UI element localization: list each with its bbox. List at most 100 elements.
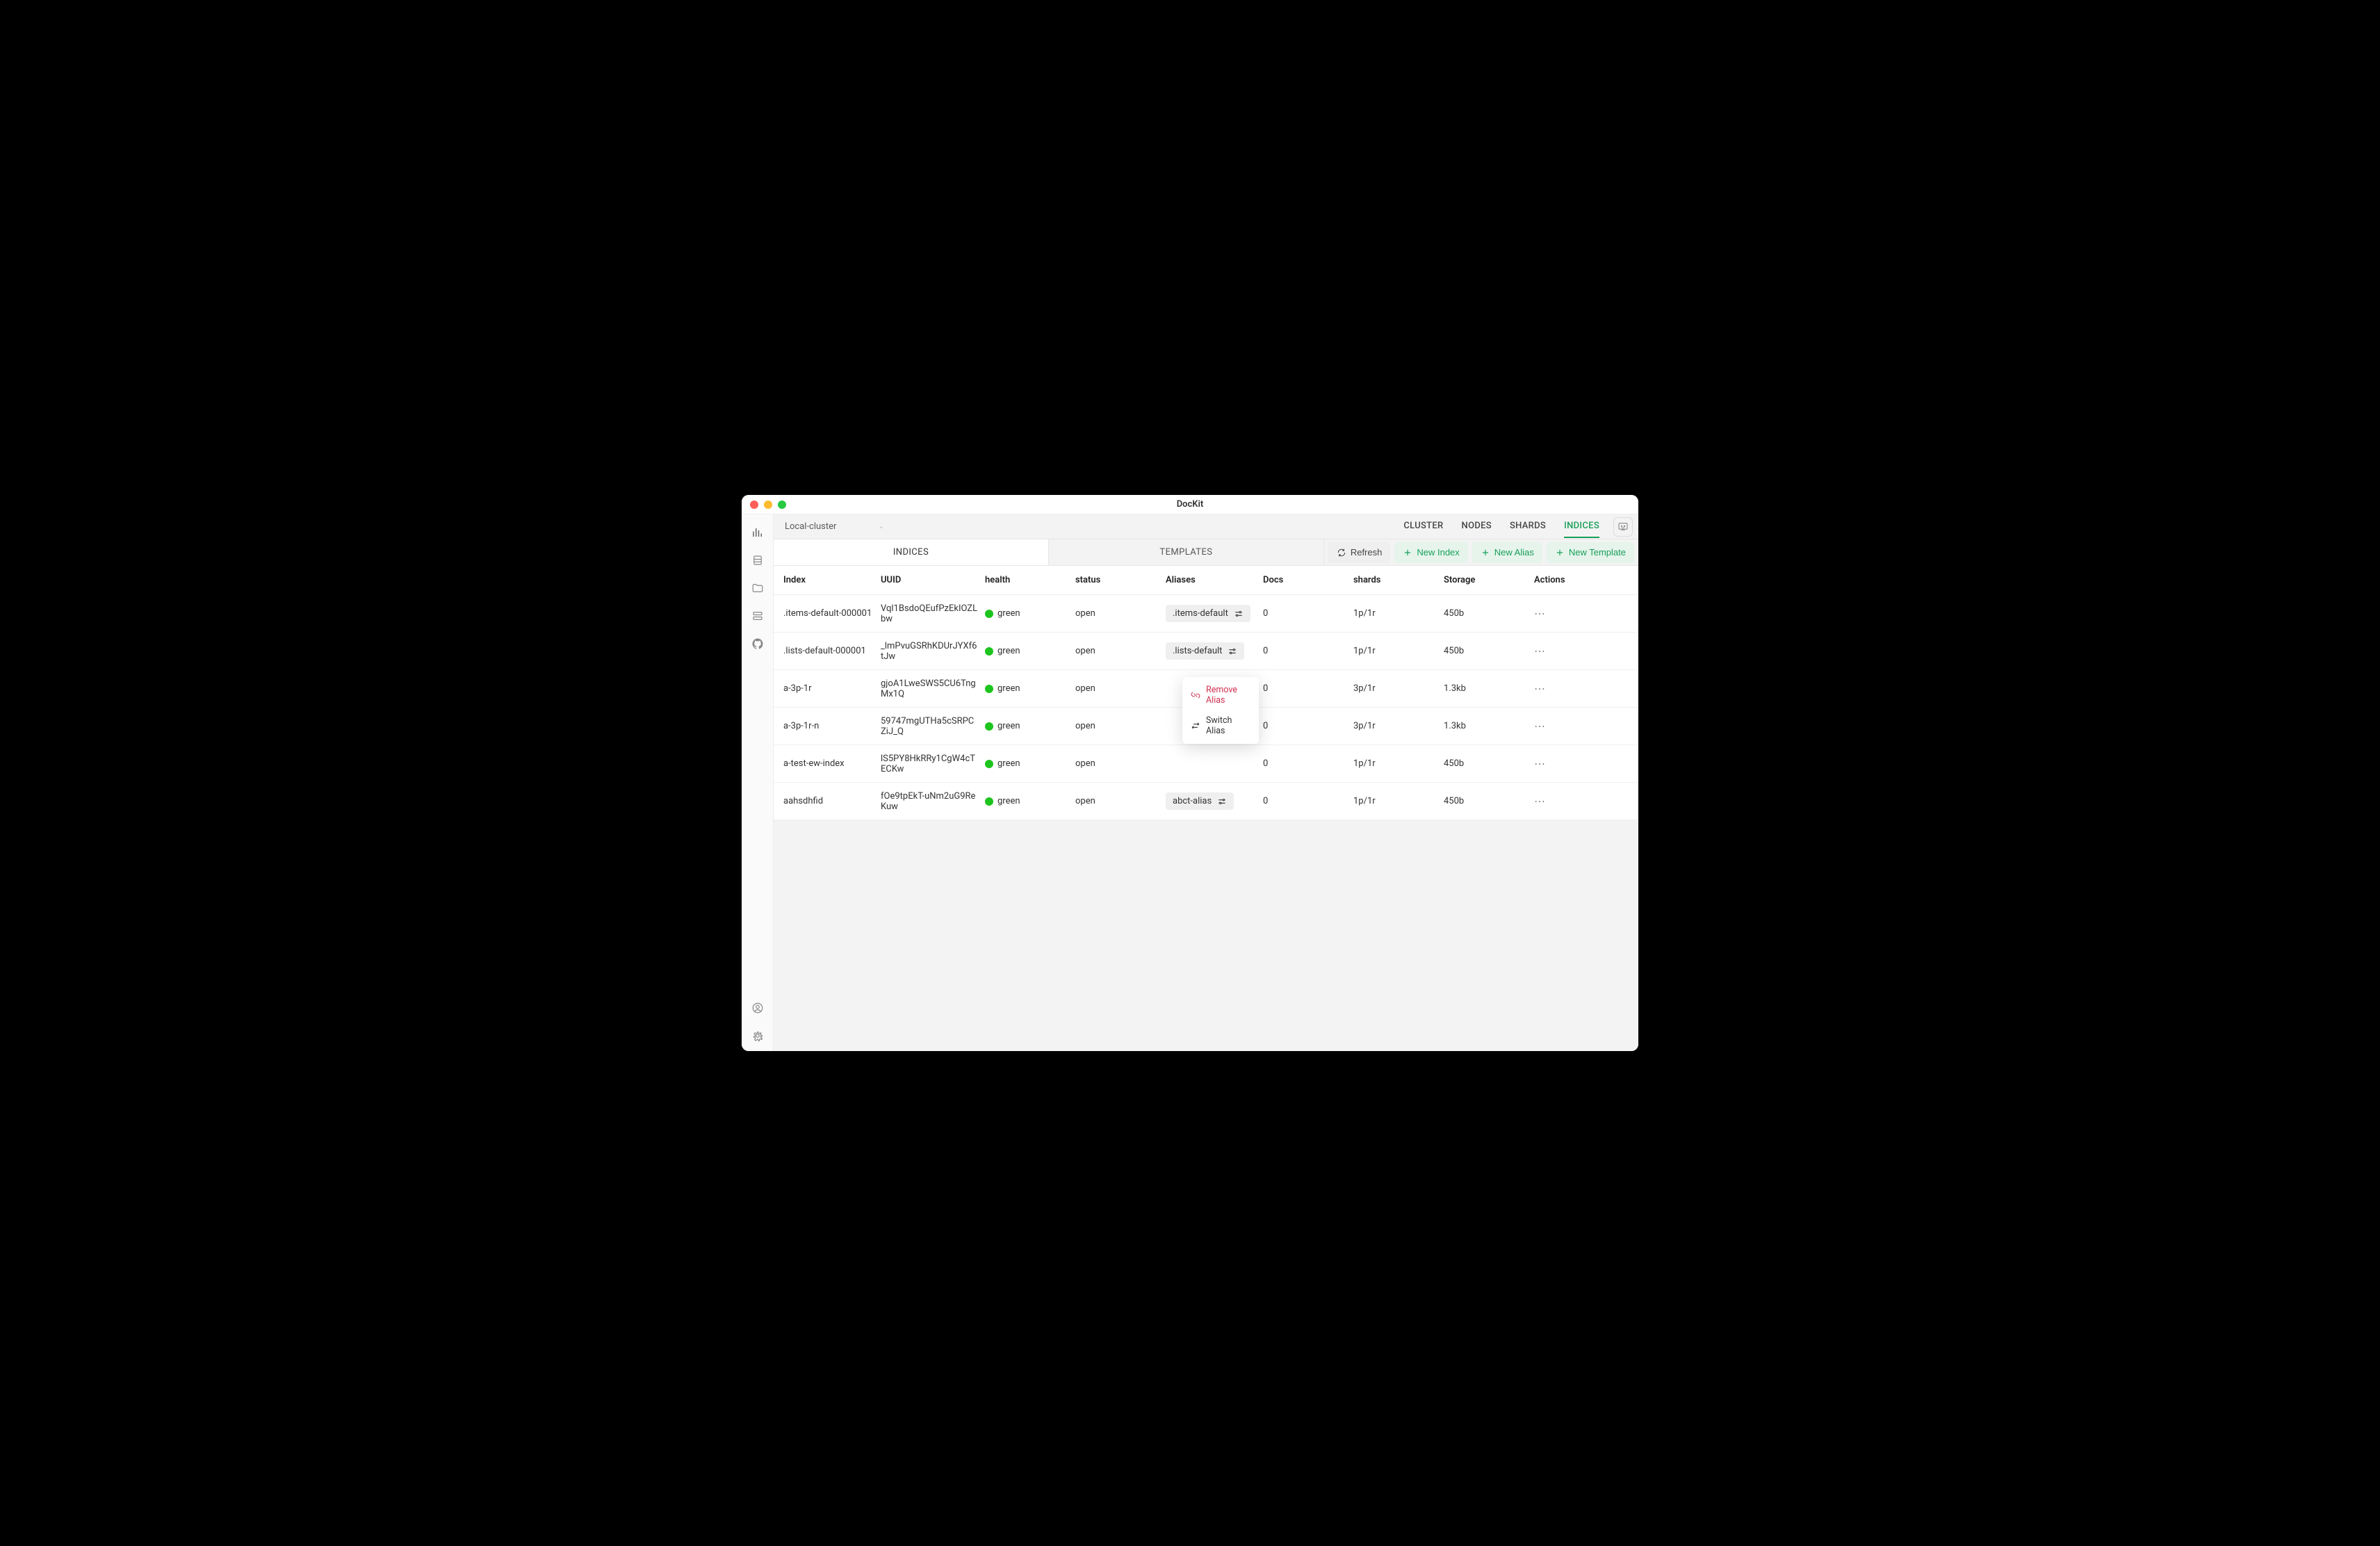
app-window: DocKit <box>742 495 1638 1051</box>
sidebar-item-settings[interactable] <box>745 1023 770 1048</box>
cell-health: green <box>982 796 1073 806</box>
cell-shards: 3p/1r <box>1351 721 1441 731</box>
swap-icon <box>1191 721 1200 731</box>
new-index-button[interactable]: New Index <box>1394 542 1467 563</box>
alias-chip[interactable]: .lists-default <box>1166 642 1244 660</box>
maximize-window-button[interactable] <box>778 501 786 509</box>
sidebar-item-database[interactable] <box>745 548 770 573</box>
new-index-label: New Index <box>1417 547 1459 558</box>
cell-docs: 0 <box>1260 683 1351 694</box>
menu-remove-alias[interactable]: Remove Alias <box>1182 680 1259 710</box>
cell-aliases: .lists-default <box>1163 642 1260 660</box>
new-template-label: New Template <box>1569 547 1626 558</box>
cell-docs: 0 <box>1260 796 1351 806</box>
menu-remove-alias-label: Remove Alias <box>1206 685 1250 706</box>
sidebar-item-history[interactable] <box>745 603 770 628</box>
cell-index: .lists-default-000001 <box>781 646 878 656</box>
row-actions-button[interactable]: ⋯ <box>1531 644 1587 658</box>
topbar: Local-cluster ⌄ CLUSTER NODES SHARDS IND… <box>774 514 1638 539</box>
alias-context-menu: Remove Alias Switch Alias <box>1182 677 1259 744</box>
sidebar-item-github[interactable] <box>745 631 770 656</box>
chat-button[interactable] <box>1613 517 1633 537</box>
cell-storage: 1.3kb <box>1441 721 1531 731</box>
sidebar-item-files[interactable] <box>745 576 770 601</box>
alias-chip-label: abct-alias <box>1173 796 1212 806</box>
sliders-icon <box>1234 609 1244 619</box>
cell-shards: 1p/1r <box>1351 758 1441 769</box>
row-actions-button[interactable]: ⋯ <box>1531 719 1587 733</box>
cell-health: green <box>982 758 1073 769</box>
cell-shards: 3p/1r <box>1351 683 1441 694</box>
cell-storage: 450b <box>1441 796 1531 806</box>
github-icon <box>751 637 764 650</box>
cell-uuid: Vql1BsdoQEufPzEkIOZLbw <box>878 603 982 624</box>
menu-switch-alias[interactable]: Switch Alias <box>1182 710 1259 741</box>
col-index: Index <box>781 575 878 585</box>
col-storage: Storage <box>1441 575 1531 585</box>
titlebar: DocKit <box>742 495 1638 514</box>
health-dot-icon <box>985 760 993 768</box>
database-icon <box>751 554 764 567</box>
cell-storage: 1.3kb <box>1441 683 1531 694</box>
tab-cluster[interactable]: CLUSTER <box>1403 515 1443 538</box>
health-dot-icon <box>985 647 993 656</box>
unlink-icon <box>1191 690 1200 700</box>
window-title: DocKit <box>742 499 1638 510</box>
cell-uuid: _lmPvuGSRhKDUrJYXf6tJw <box>878 641 982 662</box>
cell-aliases: abct-alias <box>1163 792 1260 810</box>
cell-status: open <box>1073 721 1163 731</box>
row-actions-button[interactable]: ⋯ <box>1531 607 1587 620</box>
plus-icon <box>1481 548 1490 558</box>
new-template-button[interactable]: New Template <box>1547 542 1634 563</box>
tab-shards[interactable]: SHARDS <box>1510 515 1546 538</box>
health-label: green <box>997 646 1020 656</box>
tab-indices[interactable]: INDICES <box>1564 515 1599 538</box>
gear-icon <box>751 1030 764 1042</box>
alias-chip[interactable]: .items-default <box>1166 605 1250 622</box>
cell-health: green <box>982 608 1073 619</box>
cell-docs: 0 <box>1260 758 1351 769</box>
row-actions-button[interactable]: ⋯ <box>1531 682 1587 695</box>
row-actions-button[interactable]: ⋯ <box>1531 757 1587 770</box>
alias-chip[interactable]: abct-alias <box>1166 792 1234 810</box>
tab-nodes[interactable]: NODES <box>1462 515 1492 538</box>
main-area: Local-cluster ⌄ CLUSTER NODES SHARDS IND… <box>774 514 1638 1051</box>
chat-icon <box>1617 521 1629 532</box>
app-body: Local-cluster ⌄ CLUSTER NODES SHARDS IND… <box>742 514 1638 1051</box>
cell-index: a-3p-1r-n <box>781 721 878 731</box>
alias-chip-label: .lists-default <box>1173 646 1222 656</box>
table-row: a-test-ew-index lS5PY8HkRRy1CgW4cTECKw g… <box>774 745 1638 783</box>
traffic-lights <box>742 501 786 509</box>
cluster-select[interactable]: Local-cluster ⌄ <box>779 519 890 535</box>
sub-tab-templates[interactable]: TEMPLATES <box>1049 539 1324 565</box>
health-label: green <box>997 608 1020 619</box>
sidebar-item-account[interactable] <box>745 995 770 1020</box>
toolbar: INDICES TEMPLATES Refresh New Index New … <box>774 539 1638 566</box>
new-alias-button[interactable]: New Alias <box>1472 542 1542 563</box>
col-shards: shards <box>1351 575 1441 585</box>
cell-docs: 0 <box>1260 608 1351 619</box>
cell-docs: 0 <box>1260 721 1351 731</box>
sub-tab-indices[interactable]: INDICES <box>774 539 1049 565</box>
refresh-button[interactable]: Refresh <box>1328 542 1391 563</box>
cluster-select-value: Local-cluster <box>785 521 836 532</box>
refresh-icon <box>1337 548 1346 558</box>
sidebar-item-dashboard[interactable] <box>745 520 770 545</box>
col-actions: Actions <box>1531 575 1587 585</box>
health-dot-icon <box>985 797 993 806</box>
cell-shards: 1p/1r <box>1351 646 1441 656</box>
minimize-window-button[interactable] <box>764 501 772 509</box>
toolbar-actions: Refresh New Index New Alias New Template <box>1324 539 1638 565</box>
cell-aliases: .items-default <box>1163 605 1260 622</box>
cell-shards: 1p/1r <box>1351 608 1441 619</box>
row-actions-button[interactable]: ⋯ <box>1531 795 1587 808</box>
table-header: Index UUID health status Aliases Docs sh… <box>774 566 1638 595</box>
close-window-button[interactable] <box>750 501 758 509</box>
cell-health: green <box>982 683 1073 694</box>
plus-icon <box>1403 548 1412 558</box>
health-dot-icon <box>985 610 993 618</box>
new-alias-label: New Alias <box>1494 547 1534 558</box>
cell-index: .items-default-000001 <box>781 608 878 619</box>
sidebar <box>742 514 774 1051</box>
refresh-label: Refresh <box>1351 547 1383 558</box>
